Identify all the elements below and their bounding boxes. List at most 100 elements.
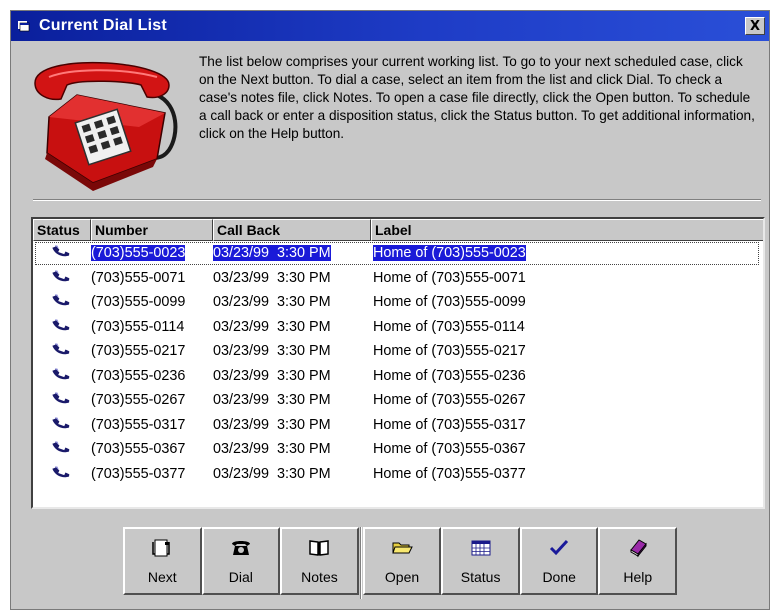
label-cell: Home of (703)555-0377 [371,466,751,482]
handset-icon [52,439,70,459]
list-row[interactable]: (703)555-0377 03/23/99 3:30 PM Home of (70… [33,462,763,487]
close-icon: X [749,18,761,34]
label-cell: Home of (703)555-0114 [371,319,751,335]
next-page-icon [150,537,174,559]
callback-cell: 03/23/99 3:30 PM [211,343,371,359]
status-label: Status [460,569,501,585]
label-cell: Home of (703)555-0236 [371,368,751,384]
focus-rectangle [35,242,759,265]
callback-text: 03/23/99 3:30 PM [213,367,331,384]
title-bar[interactable]: Current Dial List X [11,11,769,41]
checkmark-icon [547,537,571,559]
label-text: Home of (703)555-0114 [373,318,525,335]
dial-label: Dial [228,569,253,585]
callback-text: 03/23/99 3:30 PM [213,465,331,482]
handset-icon [52,464,70,484]
handset-icon [52,366,70,386]
label-text: Home of (703)555-0217 [373,343,526,360]
help-button[interactable]: Help [598,527,678,595]
open-book-icon [307,537,331,559]
list-row[interactable]: (703)555-0217 03/23/99 3:30 PM Home of (70… [33,339,763,364]
status-cell [33,341,89,361]
list-row[interactable]: (703)555-0317 03/23/99 3:30 PM Home of (70… [33,413,763,438]
status-cell [33,439,89,459]
label-text: Home of (703)555-0267 [373,392,526,409]
notes-button[interactable]: Notes [280,527,359,595]
callback-cell: 03/23/99 3:30 PM [211,368,371,384]
status-cell [33,317,89,337]
label-text: Home of (703)555-0236 [373,367,526,384]
calendar-grid-icon [469,537,493,559]
list-rows: (703)555-0023 03/23/99 3:30 PM Home of (70… [33,241,763,486]
callback-text: 03/23/99 3:30 PM [213,343,331,360]
number-cell: (703)555-0099 [89,294,211,310]
list-row[interactable]: (703)555-0114 03/23/99 3:30 PM Home of (70… [33,315,763,340]
list-row[interactable]: (703)555-0367 03/23/99 3:30 PM Home of (70… [33,437,763,462]
label-text: Home of (703)555-0071 [373,269,526,286]
number-text: (703)555-0367 [91,441,186,458]
number-text: (703)555-0377 [91,465,186,482]
number-text: (703)555-0071 [91,269,186,286]
close-button[interactable]: X [745,17,765,35]
done-button[interactable]: Done [519,527,599,595]
label-cell: Home of (703)555-0367 [371,441,751,457]
telephone-illustration [29,55,189,195]
open-button[interactable]: Open [362,527,442,595]
label-cell: Home of (703)555-0317 [371,417,751,433]
next-button[interactable]: Next [123,527,202,595]
handset-icon [52,390,70,410]
divider [33,199,761,201]
number-cell: (703)555-0114 [89,319,211,335]
column-header-status[interactable]: Status [33,219,91,241]
number-text: (703)555-0317 [91,416,186,433]
dial-list[interactable]: Status Number Call Back Label (703)555-0… [31,217,765,509]
number-text: (703)555-0236 [91,367,186,384]
list-row[interactable]: (703)555-0071 03/23/99 3:30 PM Home of (70… [33,266,763,291]
callback-text: 03/23/99 3:30 PM [213,318,331,335]
list-row[interactable]: (703)555-0267 03/23/99 3:30 PM Home of (70… [33,388,763,413]
window-menu-icon[interactable] [17,20,31,32]
number-text: (703)555-0099 [91,294,186,311]
next-label: Next [147,569,177,585]
label-text: Home of (703)555-0099 [373,294,526,311]
label-text: Home of (703)555-0317 [373,416,526,433]
status-cell [33,390,89,410]
dial-button[interactable]: Dial [201,527,281,595]
callback-cell: 03/23/99 3:30 PM [211,466,371,482]
list-row[interactable]: (703)555-0023 03/23/99 3:30 PM Home of (70… [33,241,763,266]
column-header-number[interactable]: Number [91,219,213,241]
callback-cell: 03/23/99 3:30 PM [211,392,371,408]
dial-list-window: Current Dial List X The list below compr… [10,10,770,610]
number-cell: (703)555-0367 [89,441,211,457]
list-row[interactable]: (703)555-0236 03/23/99 3:30 PM Home of (70… [33,364,763,389]
column-header-call-back[interactable]: Call Back [213,219,371,241]
label-cell: Home of (703)555-0267 [371,392,751,408]
action-toolbar: Next Dial Notes Open Status Done Help [123,527,678,605]
status-button[interactable]: Status [441,527,520,595]
notes-label: Notes [301,569,338,585]
status-cell [33,415,89,435]
open-label: Open [384,569,420,585]
list-row[interactable]: (703)555-0099 03/23/99 3:30 PM Home of (70… [33,290,763,315]
status-cell [33,292,89,312]
handset-icon [52,317,70,337]
label-text: Home of (703)555-0367 [373,441,526,458]
callback-text: 03/23/99 3:30 PM [213,269,331,286]
callback-cell: 03/23/99 3:30 PM [211,270,371,286]
number-text: (703)555-0114 [91,318,185,335]
instructions-text: The list below comprises your current wo… [199,54,755,141]
number-cell: (703)555-0217 [89,343,211,359]
number-cell: (703)555-0377 [89,466,211,482]
number-cell: (703)555-0317 [89,417,211,433]
callback-text: 03/23/99 3:30 PM [213,416,331,433]
number-cell: (703)555-0236 [89,368,211,384]
callback-cell: 03/23/99 3:30 PM [211,441,371,457]
column-header-label[interactable]: Label [371,219,763,241]
help-book-icon [626,537,650,559]
callback-text: 03/23/99 3:30 PM [213,392,331,409]
folder-open-icon [390,537,414,559]
list-header: Status Number Call Back Label [33,219,763,241]
status-cell [33,464,89,484]
callback-cell: 03/23/99 3:30 PM [211,319,371,335]
label-cell: Home of (703)555-0071 [371,270,751,286]
